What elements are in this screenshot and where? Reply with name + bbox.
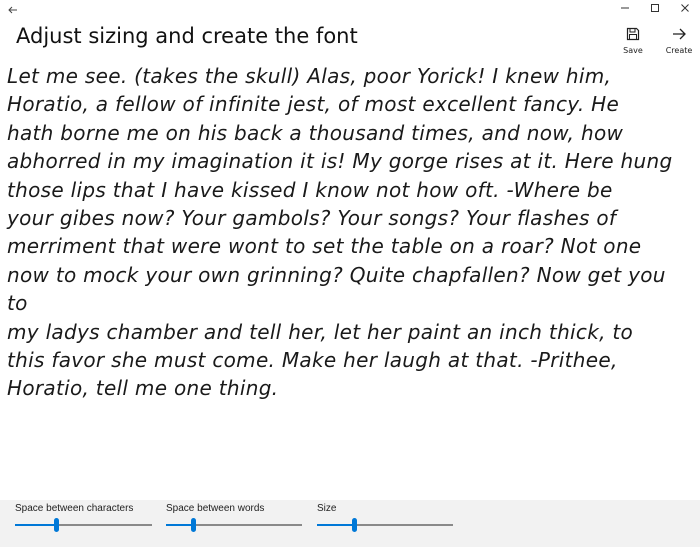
close-button[interactable] [670,0,700,16]
preview-line: Let me see. (takes the skull) Alas, poor… [7,64,612,88]
preview-line: abhorred in my imagination it is! My gor… [7,149,673,174]
save-button[interactable]: Save [611,26,655,60]
back-button[interactable] [6,2,20,16]
create-button[interactable]: Create [657,26,700,60]
minimize-button[interactable] [610,0,640,16]
preview-line: my ladys chamber and tell her, let her p… [7,319,634,344]
sizing-panel: Space between characters Space between w… [0,500,700,547]
save-icon [626,27,640,41]
font-preview-text: Let me see. (takes the skull) Alas, poor… [7,62,687,403]
size-thumb[interactable] [351,518,357,532]
arrow-right-icon [673,28,686,40]
title-bar: Adjust sizing and create the font Save C… [0,0,700,62]
minimize-icon [621,7,629,9]
preview-line: hath borne me on his back a thousand tim… [7,120,624,145]
window-controls [610,0,700,16]
char-spacing-slider[interactable] [15,518,152,532]
save-label: Save [623,46,643,55]
create-label: Create [665,46,693,55]
size-slider[interactable] [317,518,453,532]
maximize-icon [651,4,659,12]
word-spacing-thumb[interactable] [191,518,197,532]
size-label: Size [317,503,337,514]
preview-line: those lips that I have kissed I know not… [7,177,613,202]
word-spacing-fill [166,524,194,526]
preview-line: merriment that were wont to set the tabl… [7,234,642,259]
preview-line: Horatio, a fellow of infinite jest, of m… [7,92,620,117]
maximize-button[interactable] [640,0,670,16]
preview-line: this favor she must come. Make her laugh… [7,348,618,373]
back-arrow-icon [8,6,17,14]
word-spacing-slider[interactable] [166,518,302,532]
size-fill [317,524,354,526]
preview-line: your gibes now? Your gambols? Your songs… [7,206,617,231]
char-spacing-thumb[interactable] [54,518,60,532]
char-spacing-label: Space between characters [15,503,134,514]
preview-line: Horatio, tell me one thing. [7,376,279,401]
preview-line: now to mock your own grinning? Quite cha… [7,262,666,316]
close-icon [681,4,689,12]
char-spacing-fill [15,524,57,526]
page-title: Adjust sizing and create the font [16,24,358,48]
word-spacing-label: Space between words [166,503,265,514]
